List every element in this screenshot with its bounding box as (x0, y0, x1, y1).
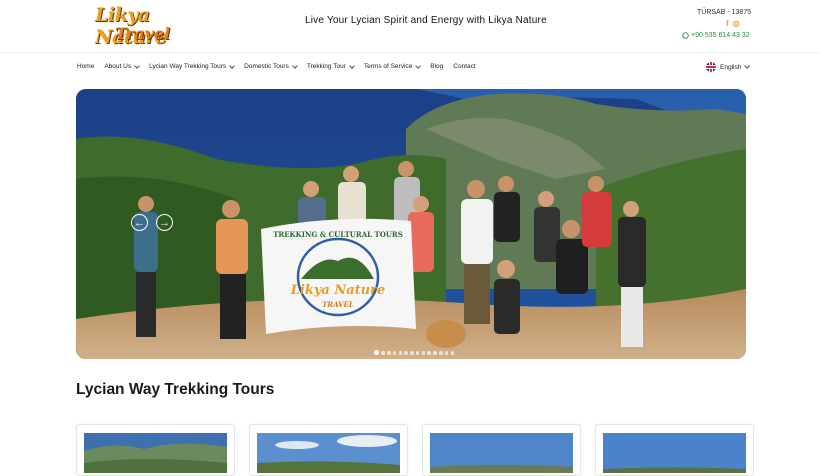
phone-contact[interactable]: +90 535 614 43 32 (682, 32, 750, 39)
nav-item-label: Trekking Tour (306, 63, 346, 70)
nav-item-label: Domestic Tours (244, 63, 289, 70)
slider-dot[interactable] (392, 351, 397, 355)
nav-item-terms-of-service[interactable]: Terms of Service (363, 62, 422, 70)
banner-brand: Likya Nature (290, 283, 385, 298)
language-label: English (720, 63, 742, 71)
chevron-down-icon (134, 62, 140, 69)
nav-item-contact[interactable]: Contact (453, 63, 475, 70)
tour-card[interactable] (76, 424, 235, 476)
chevron-down-icon (292, 62, 298, 69)
tour-card-image (603, 433, 746, 473)
nav-item-label: Terms of Service (363, 63, 413, 70)
chevron-down-icon (415, 62, 422, 69)
slider-dot[interactable] (386, 351, 391, 355)
slider-dot[interactable] (381, 351, 385, 355)
tour-card[interactable] (249, 424, 408, 476)
uk-flag-icon (706, 62, 716, 72)
language-selector[interactable]: English (706, 62, 751, 72)
slider-dot[interactable] (421, 351, 426, 355)
whatsapp-icon (682, 32, 689, 39)
tour-card-image (430, 433, 573, 473)
slider-dot[interactable] (450, 351, 455, 355)
nav-item-label: About Us (104, 63, 132, 70)
instagram-icon[interactable]: ◎ (733, 19, 740, 28)
site-logo[interactable]: Likya Nature Travel (95, 4, 199, 48)
nav-item-domestic-tours[interactable]: Domestic Tours (244, 62, 298, 70)
nav-item-lycian-way-trekking-tours[interactable]: Lycian Way Trekking Tours (149, 62, 236, 70)
tour-card-image (84, 433, 227, 473)
slider-dot[interactable] (398, 351, 403, 355)
tour-card[interactable] (422, 424, 581, 476)
site-header: Likya Nature Travel Live Your Lycian Spi… (0, 0, 820, 52)
prev-slide-button[interactable]: ← (131, 214, 148, 231)
slider-dot[interactable] (439, 351, 443, 355)
tour-card[interactable] (595, 424, 754, 476)
section-title: Lycian Way Trekking Tours (76, 381, 275, 398)
slider-dot[interactable] (444, 351, 449, 355)
nav-item-label: Lycian Way Trekking Tours (149, 63, 227, 70)
tour-card-image (257, 433, 400, 473)
arrow-left-icon: ← (134, 217, 145, 229)
slider-dot[interactable] (433, 351, 437, 355)
facebook-icon[interactable]: f (726, 19, 729, 28)
slider-dot[interactable] (404, 351, 408, 355)
phone-number: +90 535 614 43 32 (691, 32, 750, 39)
nav-item-label: Home (77, 63, 95, 70)
nav-item-label: Contact (453, 63, 476, 70)
slider-dot[interactable] (374, 350, 379, 356)
chevron-down-icon (349, 62, 355, 69)
hero-slide-image: TREKKING & CULTURAL TOURS Likya Nature T… (76, 89, 746, 359)
nav-item-label: Blog (430, 63, 444, 70)
nav-item-blog[interactable]: Blog (430, 63, 443, 70)
slider-pagination (374, 350, 455, 356)
next-slide-button[interactable]: → (156, 214, 173, 231)
slider-dot[interactable] (415, 351, 420, 355)
main-navigation: Home About Us Lycian Way Trekking Tours Dom… (0, 52, 820, 83)
site-tagline: Live Your Lycian Spirit and Energy with … (305, 15, 547, 26)
nav-item-home[interactable]: Home (77, 63, 94, 70)
chevron-down-icon (229, 62, 236, 69)
slider-dot[interactable] (427, 351, 432, 355)
hero-banner-flag: TREKKING & CULTURAL TOURS Likya Nature T… (261, 218, 416, 334)
nav-item-about-us[interactable]: About Us (104, 62, 140, 70)
hero-slider[interactable]: TREKKING & CULTURAL TOURS Likya Nature T… (76, 89, 746, 359)
social-links: f ◎ (726, 19, 740, 28)
chevron-down-icon (744, 63, 751, 69)
nav-menu: Home About Us Lycian Way Trekking Tours Dom… (77, 62, 486, 70)
arrow-right-icon: → (159, 217, 170, 229)
banner-tagline: TREKKING & CULTURAL TOURS (273, 230, 403, 239)
tour-cards (76, 424, 754, 476)
banner-brand-sub: TRAVEL (322, 300, 354, 309)
tursab-license: TÜRSAB - 13875 (697, 9, 752, 16)
slider-dot[interactable] (410, 351, 414, 355)
nav-item-trekking-tour[interactable]: Trekking Tour (306, 62, 355, 70)
logo-line-2: Travel (115, 24, 171, 43)
